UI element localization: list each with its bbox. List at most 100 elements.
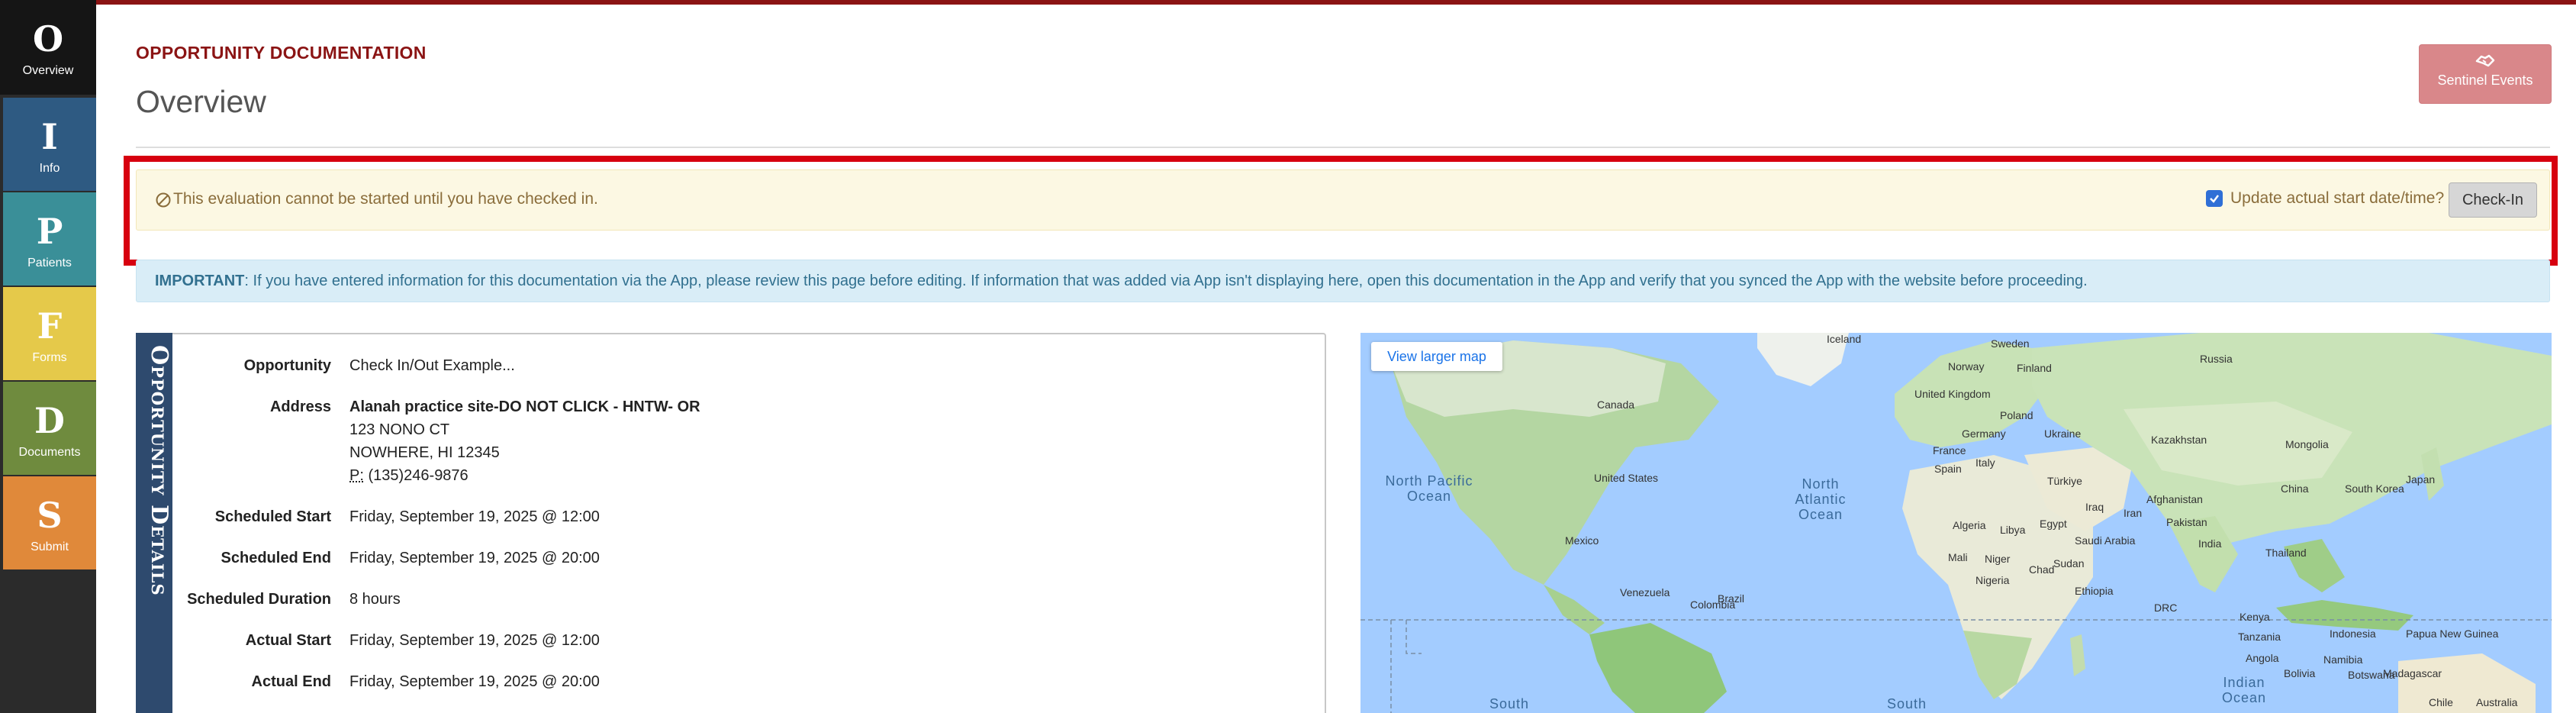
map-label-sweden: Sweden (1991, 337, 2030, 350)
opportunity-value: Check In/Out Example... (349, 357, 515, 374)
map-label-china: China (2281, 482, 2309, 495)
map-label-us: United States (1594, 472, 1659, 484)
map-label-mexico: Mexico (1565, 534, 1599, 547)
ocean-label-north-pacific: North Pacific Ocean (1385, 473, 1473, 504)
map-label-ethiopia: Ethiopia (2075, 585, 2114, 597)
address-line-2: 123 NONO CT (349, 421, 450, 438)
map-label-png: Papua New Guinea (2406, 628, 2499, 640)
sidebar-item-forms[interactable]: F Forms (3, 287, 96, 380)
sidebar-letter: P (36, 211, 63, 252)
important-info-alert: IMPORTANT: If you have entered informati… (136, 260, 2550, 302)
sidebar-item-label: Patients (27, 256, 72, 269)
map-label-mali: Mali (1948, 551, 1968, 563)
map-label-madagascar: Madagascar (2383, 667, 2442, 679)
map-label-namibia: Namibia (2323, 653, 2363, 666)
scheduled-start-label: Scheduled Start (214, 508, 331, 525)
sidebar-item-documents[interactable]: D Documents (3, 382, 96, 475)
map-label-nigeria: Nigeria (1975, 574, 2010, 586)
sentinel-events-button[interactable]: Sentinel Events (2419, 44, 2552, 104)
ocean-label-south-pacific: South (1489, 696, 1530, 711)
map-label-italy: Italy (1975, 457, 1995, 469)
actual-start-value: Friday, September 19, 2025 @ 12:00 (349, 632, 600, 649)
map-label-angola: Angola (2246, 652, 2279, 664)
map-label-bolivia: Bolivia (2284, 667, 2316, 679)
address-line-1: Alanah practice site-DO NOT CLICK - HNTW… (349, 398, 700, 415)
map-label-india: India (2198, 537, 2222, 550)
address-line-3: NOWHERE, HI 12345 (349, 444, 500, 461)
ocean-label-indian: Indian Ocean (2221, 675, 2267, 705)
map-label-kenya: Kenya (2240, 611, 2270, 623)
header-divider (136, 147, 2550, 148)
map-label-algeria: Algeria (1953, 519, 1986, 531)
actual-end-label: Actual End (251, 673, 331, 690)
opportunity-details-band: Opportunity Details (136, 333, 172, 713)
map-label-spain: Spain (1934, 463, 1962, 475)
map-label-tanzania: Tanzania (2238, 631, 2281, 643)
document-type-label: OPPORTUNITY DOCUMENTATION (136, 43, 427, 63)
map-label-brazil: Brazil (1718, 592, 1745, 605)
sidebar-item-patients[interactable]: P Patients (3, 192, 96, 286)
sidebar-item-submit[interactable]: S Submit (3, 476, 96, 569)
address-label: Address (269, 398, 331, 415)
map-label-finland: Finland (2017, 362, 2052, 374)
map-label-norway: Norway (1948, 360, 1985, 373)
sidebar-letter: D (34, 400, 65, 441)
phone-number: (135)246-9876 (368, 467, 469, 484)
map-label-iraq: Iraq (2085, 501, 2104, 513)
map-label-japan: Japan (2406, 473, 2436, 486)
map-label-france: France (1933, 444, 1966, 457)
map-label-drc: DRC (2154, 602, 2178, 614)
info-important-label: IMPORTANT (155, 273, 245, 289)
map-label-germany: Germany (1962, 427, 2006, 440)
scheduled-end-label: Scheduled End (221, 550, 331, 566)
sentinel-events-label: Sentinel Events (2437, 73, 2533, 88)
map-label-kazakhstan: Kazakhstan (2151, 434, 2207, 446)
page-title: Overview (136, 84, 266, 119)
map-label-iceland: Iceland (1827, 333, 1862, 345)
actual-start-label: Actual Start (245, 632, 331, 649)
handshake-icon (2475, 54, 2495, 67)
map-label-saudi: Saudi Arabia (2075, 534, 2136, 547)
map-label-australia: Australia (2476, 696, 2518, 708)
map-label-uk: United Kingdom (1914, 388, 1991, 400)
map-label-ukraine: Ukraine (2044, 427, 2082, 440)
sidebar-letter: O (32, 18, 64, 60)
map-label-egypt: Egypt (2040, 518, 2067, 530)
scheduled-duration-value: 8 hours (349, 591, 401, 608)
phone-prefix: P: (349, 467, 364, 484)
sidebar-item-label: Documents (18, 446, 81, 459)
location-map[interactable]: View larger map North Pacific Ocean Nort… (1360, 333, 2552, 713)
top-accent-bar (0, 0, 2576, 5)
map-label-mongolia: Mongolia (2285, 438, 2329, 450)
ocean-label-south-atlantic: South (1886, 696, 1927, 711)
map-label-poland: Poland (2000, 409, 2033, 421)
scheduled-end-value: Friday, September 19, 2025 @ 20:00 (349, 550, 600, 566)
sidebar-item-overview[interactable]: O Overview (0, 0, 96, 95)
sidebar-item-info[interactable]: I Info (3, 98, 96, 191)
map-label-pakistan: Pakistan (2166, 516, 2207, 528)
map-label-libya: Libya (2000, 524, 2026, 536)
sidebar-item-label: Submit (31, 540, 69, 553)
map-label-indonesia: Indonesia (2330, 628, 2376, 640)
map-label-sudan: Sudan (2053, 557, 2085, 569)
map-label-thailand: Thailand (2265, 547, 2307, 559)
map-label-venezuela: Venezuela (1620, 586, 1670, 598)
sidebar: O Overview I Info P Patients F Forms D D… (0, 0, 96, 713)
opportunity-details-title: Opportunity Details (146, 345, 172, 596)
sidebar-letter: S (37, 495, 63, 536)
map-label-turkiye: Türkiye (2047, 475, 2082, 487)
scheduled-duration-label: Scheduled Duration (187, 591, 331, 608)
sidebar-item-label: Overview (22, 64, 74, 77)
map-label-afghanistan: Afghanistan (2146, 493, 2203, 505)
sidebar-letter: F (37, 305, 63, 347)
map-label-chile: Chile (2429, 696, 2453, 708)
map-label-russia: Russia (2200, 353, 2233, 365)
info-message: IMPORTANT: If you have entered informati… (155, 273, 2088, 290)
map-label-south-korea: South Korea (2345, 482, 2404, 495)
address-phone: P: (135)246-9876 (349, 467, 469, 485)
view-larger-map-link[interactable]: View larger map (1371, 342, 1502, 371)
highlight-outline (124, 156, 2558, 266)
actual-end-value: Friday, September 19, 2025 @ 20:00 (349, 673, 600, 690)
info-body: : If you have entered information for th… (244, 273, 2088, 289)
sidebar-item-label: Info (39, 162, 60, 175)
